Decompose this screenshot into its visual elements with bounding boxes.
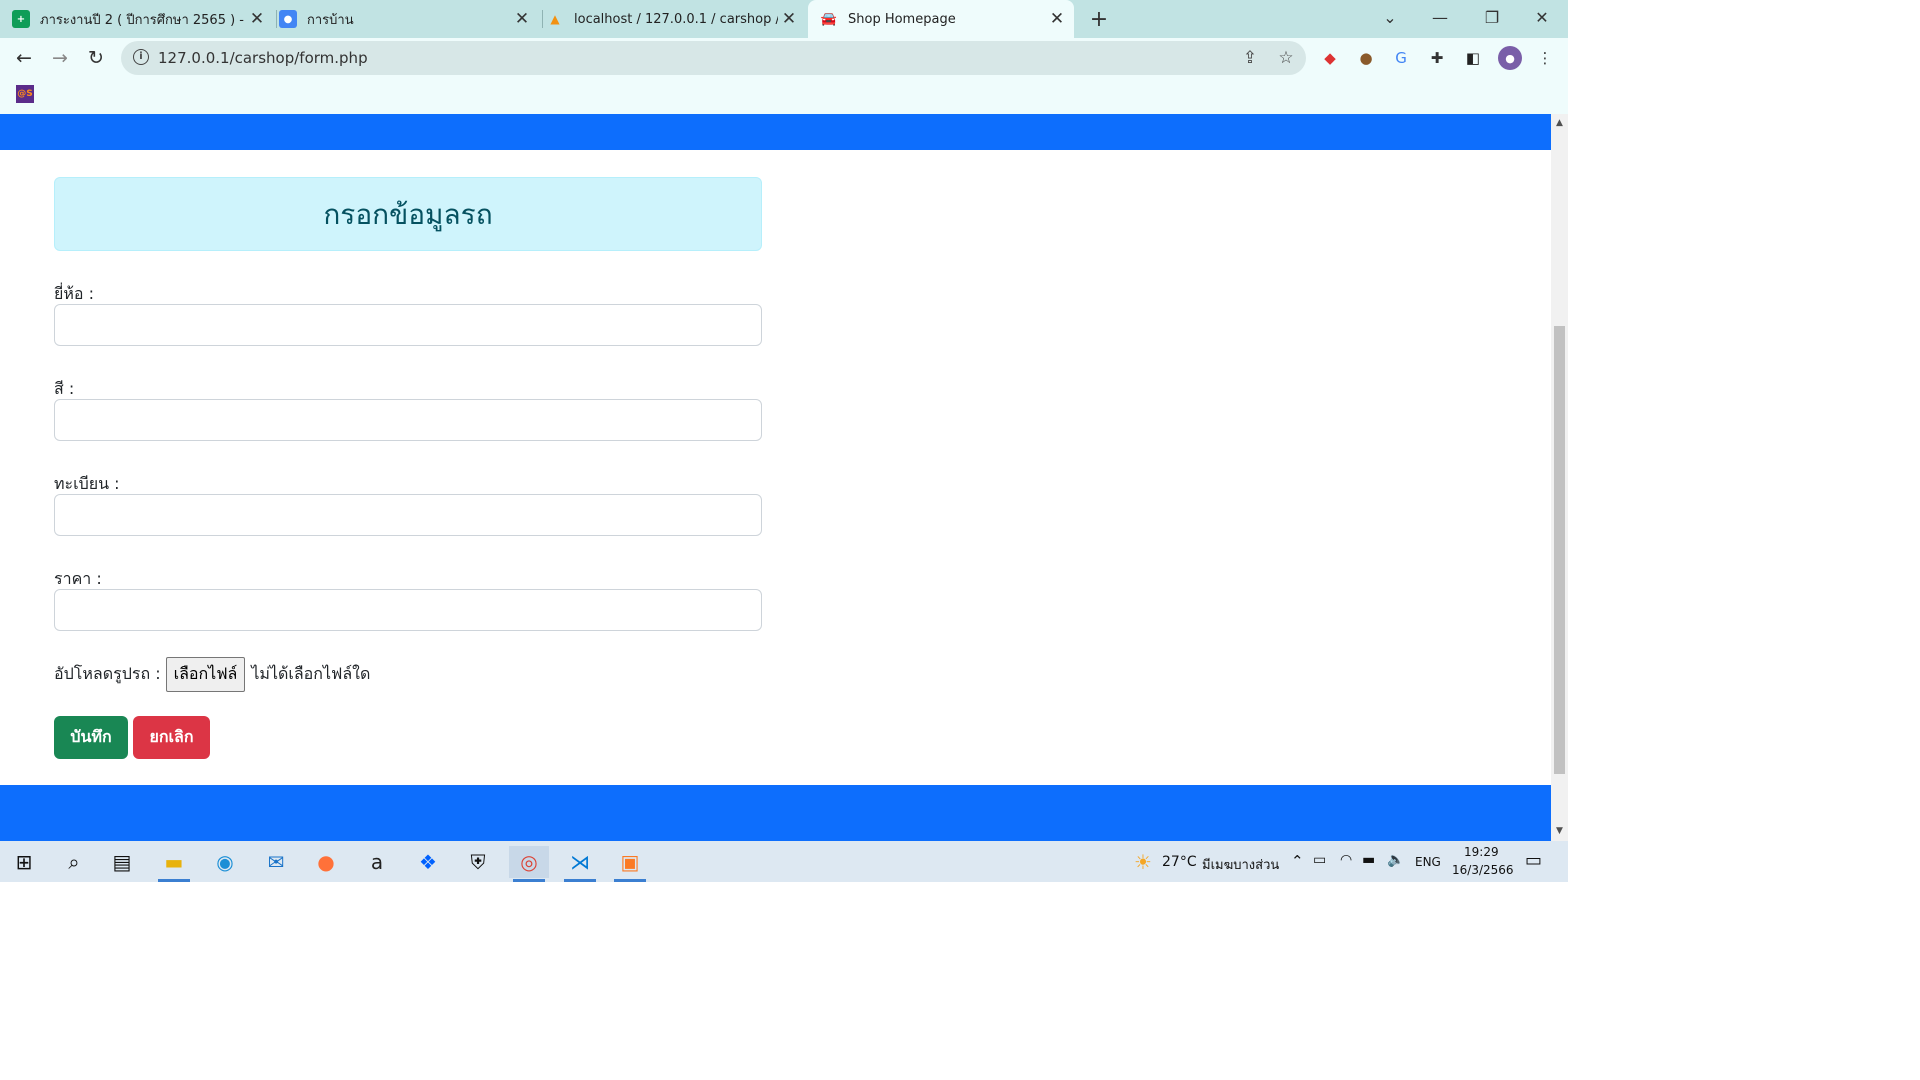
save-button[interactable]: บันทึก xyxy=(54,716,128,759)
chevron-down-icon[interactable]: ⌄ xyxy=(1366,0,1414,34)
mail-icon[interactable]: ✉ xyxy=(256,846,296,878)
windows-taskbar: ⊞ ⌕ ▤ ▬ ◉ ✉ ● a ❖ ⛨ ◎ ⋊ ▣ ☀ 27°C มีเมฆบา… xyxy=(0,841,1568,882)
chevron-up-icon[interactable]: ⌃ xyxy=(1291,852,1304,870)
license-plate-input[interactable] xyxy=(54,494,762,536)
firefox-icon[interactable]: ● xyxy=(306,846,346,878)
task-view-icon[interactable]: ▤ xyxy=(102,846,142,878)
chrome-icon[interactable]: ◎ xyxy=(509,846,549,882)
security-shield-icon[interactable]: ⛨ xyxy=(458,846,498,878)
weather-desc[interactable]: มีเมฆบางส่วน xyxy=(1202,854,1279,875)
bookmark-app-icon[interactable]: @S xyxy=(16,85,34,103)
back-button[interactable]: ← xyxy=(10,44,38,72)
owl-extension-icon[interactable]: ● xyxy=(1355,47,1377,69)
page-title: กรอกข้อมูลรถ xyxy=(323,198,493,231)
page-viewport: กรอกข้อมูลรถ ยี่ห้อ : สี : ทะเบียน : ราค… xyxy=(0,114,1551,841)
restore-button[interactable]: ❐ xyxy=(1468,0,1516,34)
url-text[interactable]: 127.0.0.1/carshop/form.php xyxy=(158,49,368,67)
bookmarks-bar: @S xyxy=(0,78,1568,114)
form-heading-box: กรอกข้อมูลรถ xyxy=(54,177,762,251)
close-icon[interactable]: ✕ xyxy=(778,8,800,30)
close-window-button[interactable]: ✕ xyxy=(1518,0,1566,34)
volume-icon[interactable]: 🔈 xyxy=(1387,852,1404,868)
forward-button[interactable]: → xyxy=(46,44,74,72)
file-explorer-icon[interactable]: ▬ xyxy=(154,846,194,882)
browser-toolbar: ← → ↻ i 127.0.0.1/carshop/form.php ⇪ ☆ ◆… xyxy=(0,38,1568,78)
clock-date[interactable]: 16/3/2566 xyxy=(1452,863,1514,877)
language-indicator[interactable]: ENG xyxy=(1415,855,1441,869)
tab-strip: + ภาระงานปี 2 ( ปีการศึกษา 2565 ) - Goog… xyxy=(0,0,1568,38)
menu-icon[interactable]: ⋮ xyxy=(1534,47,1556,69)
tab-shop-homepage[interactable]: 🚘 Shop Homepage ✕ xyxy=(808,0,1074,38)
choose-file-button[interactable]: เลือกไฟล์ xyxy=(165,656,246,692)
price-input[interactable] xyxy=(54,589,762,631)
amazon-icon[interactable]: a xyxy=(357,846,397,878)
upload-row: อัปโหลดรูปรถ : เลือกไฟล์ ไม่ได้เลือกไฟล์… xyxy=(54,656,371,692)
search-icon[interactable]: ⌕ xyxy=(54,846,94,878)
tab-title: การบ้าน xyxy=(307,12,354,28)
clock-time[interactable]: 19:29 xyxy=(1464,845,1499,859)
page-scrollbar[interactable]: ▲ ▼ xyxy=(1551,114,1568,841)
reload-button[interactable]: ↻ xyxy=(82,44,110,72)
close-icon[interactable]: ✕ xyxy=(511,8,533,30)
address-bar[interactable]: i 127.0.0.1/carshop/form.php ⇪ ☆ xyxy=(121,41,1306,75)
file-status: ไม่ได้เลือกไฟล์ใด xyxy=(251,663,371,683)
scrollbar-thumb[interactable] xyxy=(1554,326,1565,774)
tab-google-sheets[interactable]: + ภาระงานปี 2 ( ปีการศึกษา 2565 ) - Goog… xyxy=(12,0,274,38)
close-icon[interactable]: ✕ xyxy=(246,8,268,30)
google-classroom-icon: ● xyxy=(279,10,297,28)
tab-title: Shop Homepage xyxy=(848,11,956,27)
translate-extension-icon[interactable]: G xyxy=(1390,47,1412,69)
weather-temp[interactable]: 27°C xyxy=(1162,854,1197,870)
info-icon[interactable]: i xyxy=(133,49,149,65)
share-icon[interactable]: ⇪ xyxy=(1239,47,1261,69)
windows-start-icon[interactable]: ⊞ xyxy=(4,846,44,878)
google-sheets-icon: + xyxy=(12,10,30,28)
footer xyxy=(0,785,1551,841)
avatar[interactable]: ● xyxy=(1498,46,1522,70)
vscode-icon[interactable]: ⋊ xyxy=(560,846,600,882)
upload-label: อัปโหลดรูปรถ : xyxy=(54,663,161,683)
star-icon[interactable]: ☆ xyxy=(1275,47,1297,69)
minimize-button[interactable]: — xyxy=(1416,0,1464,34)
phpmyadmin-icon: ▲ xyxy=(550,12,560,26)
battery-icon[interactable]: ▬ xyxy=(1362,852,1375,868)
scroll-up-icon[interactable]: ▲ xyxy=(1554,117,1565,129)
network-status-icon[interactable]: ▭ xyxy=(1313,852,1326,868)
tab-title: ภาระงานปี 2 ( ปีการศึกษา 2565 ) - Goog xyxy=(40,12,246,28)
edge-icon[interactable]: ◉ xyxy=(205,846,245,878)
dropbox-icon[interactable]: ❖ xyxy=(408,846,448,878)
color-input[interactable] xyxy=(54,399,762,441)
tab-phpmyadmin[interactable]: ▲ localhost / 127.0.0.1 / carshop / cars… xyxy=(546,0,806,38)
brand-input[interactable] xyxy=(54,304,762,346)
tab-title: localhost / 127.0.0.1 / carshop / cars xyxy=(574,11,778,27)
extension-icon[interactable]: ◆ xyxy=(1319,47,1341,69)
side-panel-icon[interactable]: ◧ xyxy=(1462,47,1484,69)
top-navbar xyxy=(0,114,1551,150)
cancel-button[interactable]: ยกเลิก xyxy=(133,716,210,759)
new-tab-button[interactable]: + xyxy=(1085,5,1113,33)
puzzle-icon[interactable]: ✚ xyxy=(1426,47,1448,69)
wifi-icon[interactable]: ◠ xyxy=(1340,852,1352,868)
notification-icon[interactable]: ▭ xyxy=(1525,850,1542,871)
scroll-down-icon[interactable]: ▼ xyxy=(1554,825,1565,837)
close-icon[interactable]: ✕ xyxy=(1046,8,1068,30)
car-icon: 🚘 xyxy=(820,11,838,27)
xampp-icon[interactable]: ▣ xyxy=(610,846,650,882)
weather-icon[interactable]: ☀ xyxy=(1123,846,1163,878)
tab-classroom[interactable]: ● การบ้าน ✕ xyxy=(279,0,539,38)
